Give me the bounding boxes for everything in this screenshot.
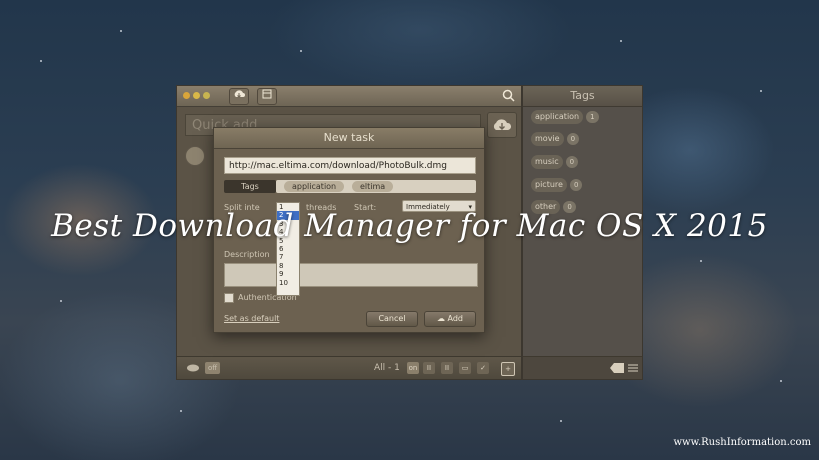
filter-on-button[interactable]: on — [407, 362, 419, 374]
tag-item[interactable]: music 0 — [531, 155, 579, 169]
tags-label: Tags — [224, 180, 276, 193]
filter-pause-button[interactable]: II — [423, 362, 435, 374]
tag-chip[interactable]: eltima — [352, 181, 394, 192]
tag-item[interactable]: application 1 — [531, 110, 599, 124]
tag-label: movie — [531, 132, 564, 146]
download-button[interactable] — [487, 112, 517, 138]
cloud-download-icon — [493, 119, 512, 130]
description-label: Description — [224, 250, 270, 259]
remove-tag-icon[interactable] — [610, 363, 624, 373]
star — [620, 40, 622, 42]
tag-item[interactable]: movie 0 — [531, 132, 580, 146]
description-field[interactable] — [224, 263, 478, 287]
cloud-download-icon — [234, 90, 245, 98]
tags-field[interactable]: application eltima — [276, 180, 476, 193]
search-icon[interactable] — [502, 89, 515, 102]
thread-option[interactable]: 7 — [277, 253, 299, 261]
cloud-icon: ☁ — [436, 314, 448, 323]
star — [180, 410, 182, 412]
thread-option[interactable]: 9 — [277, 270, 299, 278]
add-task-button[interactable]: + — [501, 362, 515, 376]
dialog-title: New task — [214, 128, 484, 149]
thread-option[interactable]: 8 — [277, 262, 299, 270]
filter-completed-button[interactable]: ✓ — [477, 362, 489, 374]
downloads-tab-button[interactable] — [229, 88, 249, 105]
tag-chip[interactable]: application — [284, 181, 345, 192]
tag-item[interactable]: picture 0 — [531, 178, 583, 192]
menu-icon[interactable] — [628, 363, 638, 373]
thread-option[interactable]: 10 — [277, 279, 299, 287]
cancel-button[interactable]: Cancel — [366, 311, 418, 327]
archive-icon — [262, 89, 272, 99]
tag-count: 0 — [566, 133, 580, 145]
star — [700, 260, 702, 262]
tag-label: music — [531, 155, 563, 169]
add-button[interactable]: ☁ Add — [424, 311, 476, 327]
all-count: All - 1 — [374, 363, 400, 373]
star — [560, 420, 562, 422]
minimize-window-button[interactable] — [193, 92, 200, 99]
window-toolbar — [177, 86, 521, 107]
add-label: Add — [447, 314, 464, 323]
download-item-icon — [185, 146, 205, 166]
tags-panel-title: Tags — [523, 86, 642, 107]
tag-label: application — [531, 110, 584, 124]
history-tab-button[interactable] — [257, 88, 277, 105]
star — [760, 90, 762, 92]
zoom-window-button[interactable] — [203, 92, 210, 99]
tags-panel-footer — [523, 356, 642, 379]
filter-stop-button[interactable]: II — [441, 362, 453, 374]
speed-limit-toggle[interactable]: off — [205, 362, 221, 374]
turtle-icon[interactable] — [185, 362, 201, 374]
site-watermark: www.RushInformation.com — [673, 437, 811, 448]
tag-count: 0 — [569, 179, 583, 191]
star — [40, 60, 42, 62]
url-field[interactable]: http://mac.eltima.com/download/PhotoBulk… — [224, 157, 476, 174]
thread-option[interactable]: 6 — [277, 245, 299, 253]
headline: Best Download Manager for Mac OS X 2015 — [51, 208, 768, 244]
star — [120, 30, 122, 32]
close-window-button[interactable] — [183, 92, 190, 99]
window-statusbar: off All - 1 on II II ▭ ✓ + — [177, 356, 521, 379]
star — [300, 50, 302, 52]
star — [60, 300, 62, 302]
tag-count: 1 — [586, 111, 599, 123]
auth-checkbox[interactable] — [224, 293, 234, 303]
star — [780, 380, 782, 382]
tag-label: picture — [531, 178, 567, 192]
tag-count: 0 — [565, 156, 579, 168]
set-as-default-link[interactable]: Set as default — [224, 314, 279, 323]
filter-queue-button[interactable]: ▭ — [459, 362, 471, 374]
